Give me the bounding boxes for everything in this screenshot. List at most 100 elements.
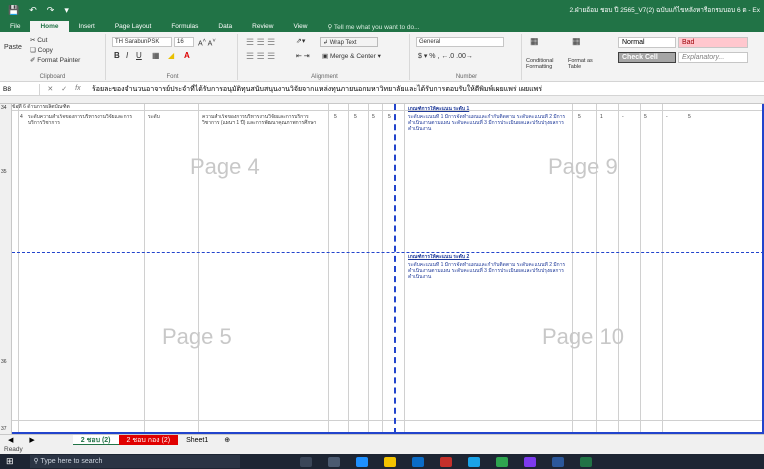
underline-button[interactable]: U bbox=[136, 51, 142, 60]
word-icon[interactable] bbox=[551, 456, 564, 467]
style-check-cell[interactable]: Check Cell bbox=[618, 52, 676, 63]
task-view-icon[interactable] bbox=[299, 456, 312, 467]
cut-button[interactable]: ✂ Cut bbox=[30, 36, 47, 44]
clipboard-label: Clipboard bbox=[39, 74, 66, 80]
function-icon[interactable]: fx bbox=[75, 85, 80, 93]
tab-review[interactable]: Review bbox=[242, 21, 283, 32]
edge-icon[interactable] bbox=[355, 456, 368, 467]
style-normal[interactable]: Normal bbox=[618, 37, 676, 48]
store-icon[interactable] bbox=[411, 456, 424, 467]
worksheet-grid[interactable]: 34 35 36 37 Page 4 Page 9 Page 5 Page 10 bbox=[0, 96, 764, 434]
description-cell[interactable]: ความสำเร็จของการบริหารงานวิจัยและการบริก… bbox=[202, 114, 322, 194]
score-cell[interactable]: 5 bbox=[372, 114, 375, 120]
font-size-select[interactable]: 16 bbox=[174, 37, 194, 47]
row-number[interactable]: 37 bbox=[1, 426, 7, 432]
value-cell[interactable]: 1 bbox=[600, 114, 603, 120]
style-bad[interactable]: Bad bbox=[678, 37, 748, 48]
gridline bbox=[618, 104, 619, 434]
criteria-body-cell[interactable]: ระดับคะแนนที่ 1 มีการจัดทำแผนและกำกับติด… bbox=[408, 114, 568, 244]
sheet-tab[interactable]: 2 ชอบ กอง (2) bbox=[118, 434, 179, 446]
value-cell[interactable]: - bbox=[622, 114, 624, 120]
formula-buttons: ✕ ✓ fx bbox=[40, 85, 88, 93]
font-color-icon[interactable]: A bbox=[184, 51, 190, 60]
tell-me-search[interactable]: ⚲ Tell me what you want to do... bbox=[317, 22, 429, 32]
prev-sheet-icon[interactable]: ◀ bbox=[0, 435, 21, 446]
bold-button[interactable]: B bbox=[114, 51, 120, 60]
gridline bbox=[348, 104, 349, 434]
currency-icon[interactable]: $ ▾ % , ←.0 .00→ bbox=[418, 52, 473, 60]
gridline bbox=[12, 420, 764, 421]
criteria-title-cell[interactable]: เกณฑ์การให้คะแนน ระดับ 2 bbox=[408, 254, 568, 260]
tab-formulas[interactable]: Formulas bbox=[161, 21, 208, 32]
excel-icon[interactable] bbox=[579, 456, 592, 467]
sheet-tab-active[interactable]: 2 ชอบ (2) bbox=[72, 434, 119, 446]
score-cell[interactable]: 5 bbox=[354, 114, 357, 120]
font-name-select[interactable]: TH SarabunPSK bbox=[112, 37, 172, 47]
orientation-icon[interactable]: ⇗▾ bbox=[296, 37, 305, 45]
format-painter-button[interactable]: ✐ Format Painter bbox=[30, 56, 80, 64]
customize-icon[interactable]: ▾ bbox=[64, 5, 69, 16]
redo-icon[interactable]: ↷ bbox=[47, 5, 55, 16]
enter-icon[interactable]: ✓ bbox=[61, 85, 67, 93]
mail-icon[interactable] bbox=[439, 456, 452, 467]
save-icon[interactable]: 💾 bbox=[8, 5, 19, 16]
copy-button[interactable]: ❏ Copy bbox=[30, 46, 53, 54]
style-explanatory[interactable]: Explanatory... bbox=[678, 52, 748, 63]
title-bar: 💾 ↶ ↷ ▾ 2.ฝ่ายอ้อม ชอบ ปี 2565_V7(2) ฉบั… bbox=[0, 0, 764, 20]
tab-home[interactable]: Home bbox=[30, 21, 69, 32]
number-format-select[interactable]: General bbox=[416, 37, 504, 47]
value-cell[interactable]: 5 bbox=[578, 114, 581, 120]
tab-data[interactable]: Data bbox=[208, 21, 242, 32]
sheet-tab[interactable]: Sheet1 bbox=[178, 435, 216, 446]
app-icon[interactable] bbox=[523, 456, 536, 467]
italic-button[interactable]: I bbox=[126, 51, 128, 60]
wrap-text-button[interactable]: ↲ Wrap Text bbox=[320, 37, 378, 47]
paste-button[interactable]: Paste bbox=[4, 44, 22, 51]
top-align-icon[interactable]: ☰ ☰ ☰ bbox=[246, 37, 275, 48]
row-number[interactable]: 35 bbox=[1, 169, 7, 175]
value-cell[interactable]: 5 bbox=[688, 114, 691, 120]
gridline bbox=[144, 104, 145, 434]
tab-view[interactable]: View bbox=[283, 21, 317, 32]
conditional-formatting-button[interactable]: Conditional Formatting bbox=[526, 58, 566, 70]
gridline bbox=[404, 104, 405, 434]
line-icon[interactable] bbox=[495, 456, 508, 467]
gridline bbox=[18, 104, 19, 434]
sheet-area[interactable]: Page 4 Page 9 Page 5 Page 10 ข้อที่ 6 ด้… bbox=[12, 104, 764, 434]
formula-input[interactable]: ร้อยละของจำนวนอาจารย์ประจำที่ได้รับการอน… bbox=[88, 84, 542, 95]
score-cell[interactable]: 5 bbox=[334, 114, 337, 120]
folder-icon[interactable] bbox=[383, 456, 396, 467]
cancel-icon[interactable]: ✕ bbox=[47, 85, 53, 93]
wrap-icon: ↲ bbox=[323, 40, 330, 46]
tab-page-layout[interactable]: Page Layout bbox=[105, 21, 162, 32]
borders-icon[interactable]: ▦ bbox=[152, 51, 160, 60]
gridline bbox=[382, 104, 383, 434]
indent-icon[interactable]: ⇤ ⇥ bbox=[296, 52, 310, 60]
file-explorer-icon[interactable] bbox=[327, 456, 340, 467]
criteria-title-cell[interactable]: เกณฑ์การให้คะแนน ระดับ 1 bbox=[408, 106, 568, 112]
indicator-cell[interactable]: ระดับความสำเร็จของการบริหารงานวิจัยและกา… bbox=[28, 114, 140, 144]
name-box[interactable]: B8 bbox=[0, 83, 40, 95]
format-as-table-button[interactable]: Format as Table bbox=[568, 58, 604, 70]
windows-start-icon[interactable]: ⊞ bbox=[6, 456, 14, 467]
tab-file[interactable]: File bbox=[0, 21, 30, 32]
tab-insert[interactable]: Insert bbox=[69, 21, 105, 32]
left-align-icon[interactable]: ☰ ☰ ☰ bbox=[246, 51, 275, 62]
fill-color-icon[interactable]: ◢ bbox=[168, 51, 174, 60]
value-cell[interactable]: - bbox=[666, 114, 668, 120]
value-cell[interactable]: 5 bbox=[644, 114, 647, 120]
merge-center-button[interactable]: ▣ Merge & Center ▾ bbox=[322, 52, 381, 60]
add-sheet-icon[interactable]: ⊕ bbox=[216, 435, 238, 446]
undo-icon[interactable]: ↶ bbox=[29, 5, 37, 16]
taskbar-search[interactable]: ⚲ Type here to search bbox=[29, 455, 240, 468]
grow-font-button[interactable]: A˄ A˅ bbox=[198, 38, 216, 47]
chrome-icon[interactable] bbox=[467, 456, 480, 467]
unit-cell[interactable]: ระดับ bbox=[148, 114, 188, 120]
next-sheet-icon[interactable]: ▶ bbox=[21, 435, 42, 446]
gridline bbox=[640, 104, 641, 434]
criteria-body-cell[interactable]: ระดับคะแนนที่ 1 มีการจัดทำแผนและกำกับติด… bbox=[408, 262, 568, 422]
row-number[interactable]: 34 bbox=[1, 105, 7, 111]
row-number[interactable]: 36 bbox=[1, 359, 7, 365]
score-cell[interactable]: 5 bbox=[388, 114, 391, 120]
section-header-cell[interactable]: ข้อที่ 6 ด้านการผลิตบัณฑิต bbox=[12, 104, 142, 110]
